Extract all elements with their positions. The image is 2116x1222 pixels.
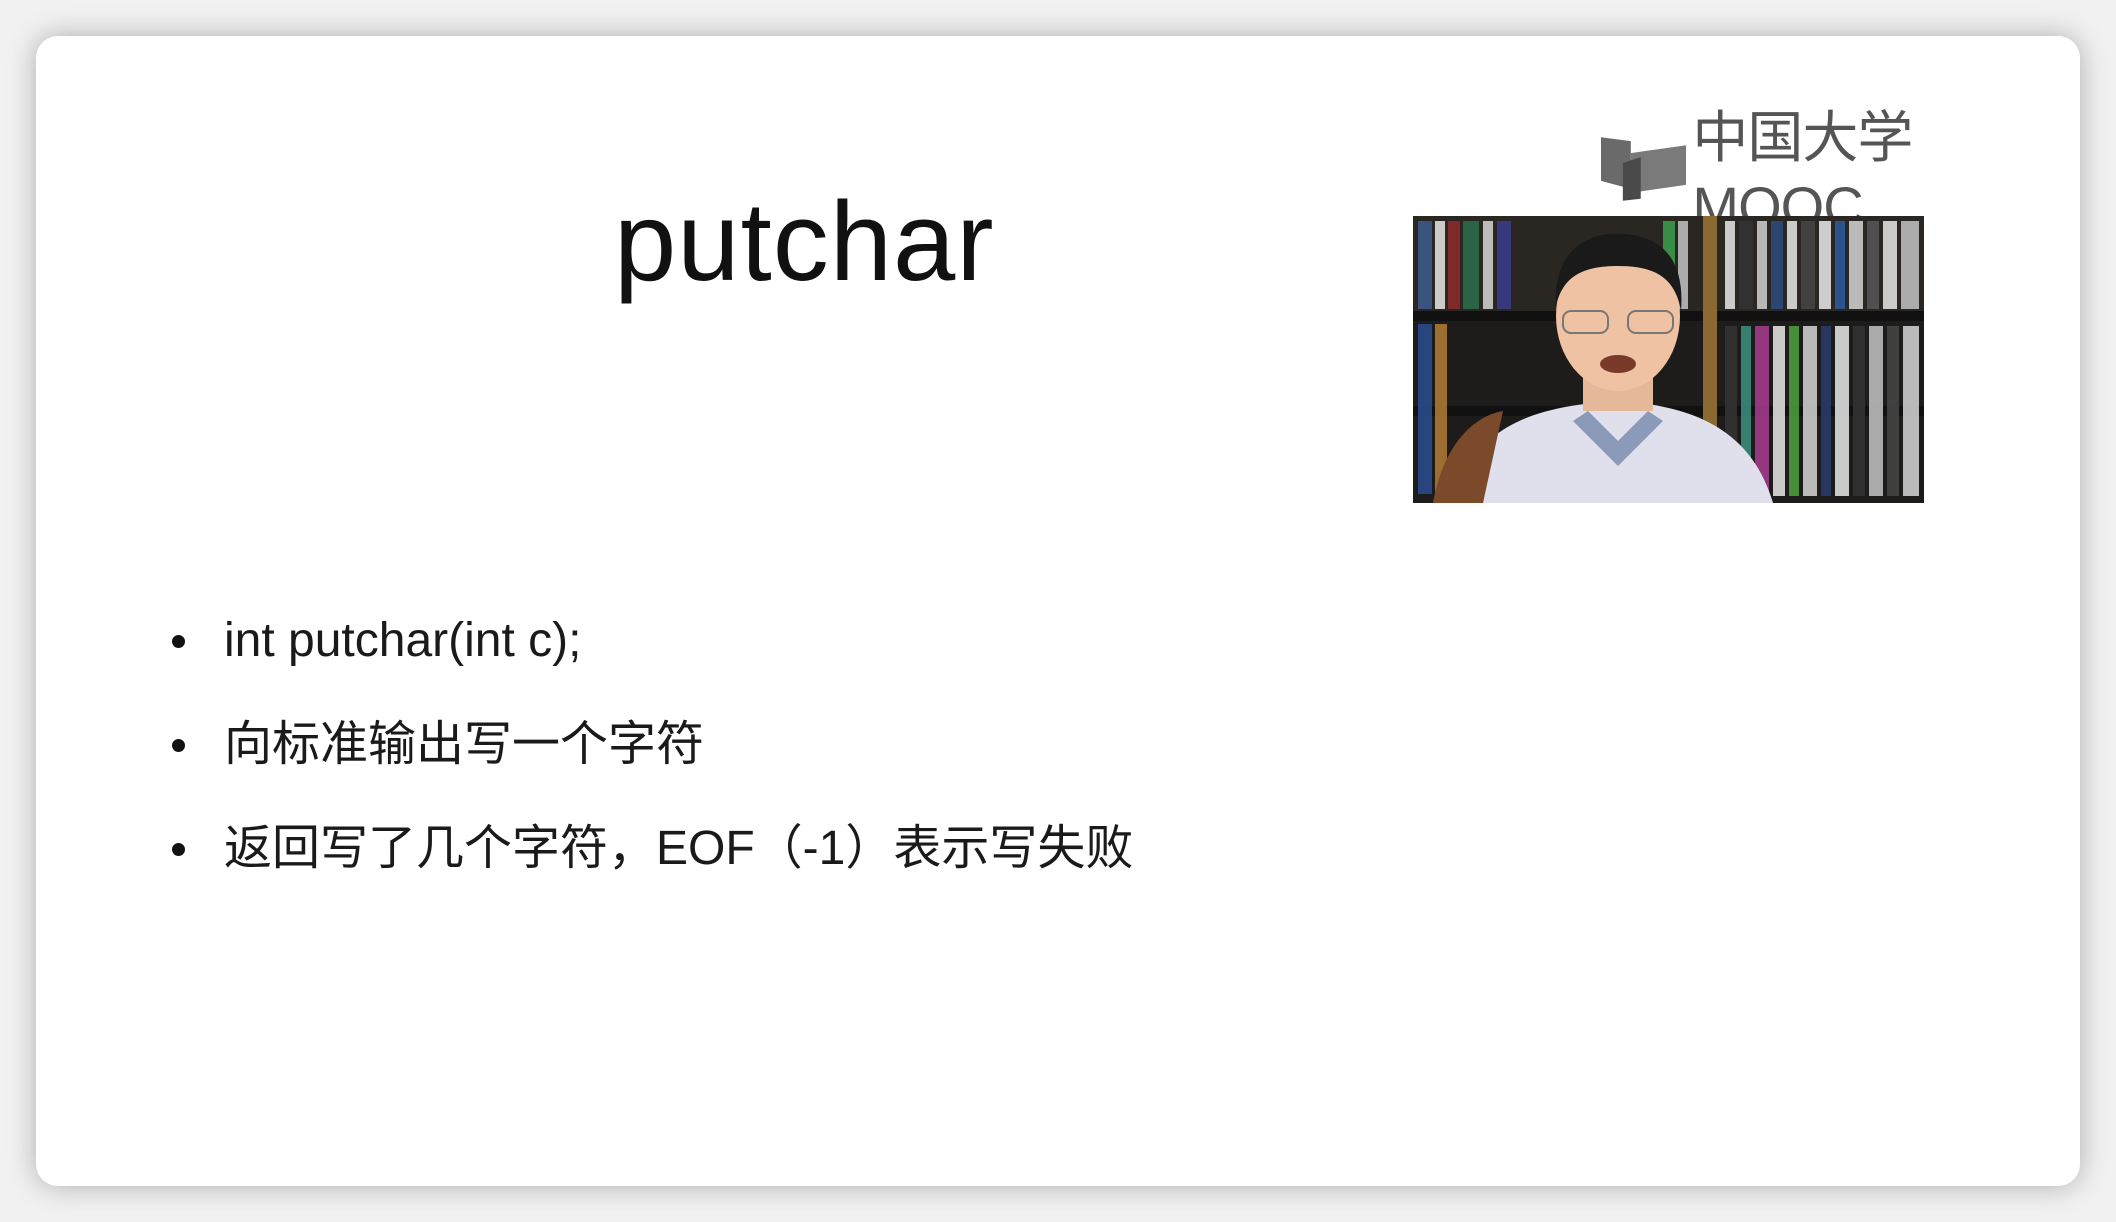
bullet-list: int putchar(int c); 向标准输出写一个字符 返回写了几个字符，… (166, 611, 1133, 923)
instructor-video[interactable] (1413, 216, 1924, 503)
mooc-logo: 中国大学MOOC (1601, 106, 2080, 238)
bullet-text: 返回写了几个字符，EOF（-1）表示写失败 (224, 822, 1134, 875)
bullet-text: int putchar(int c); (224, 614, 582, 667)
open-book-icon (1601, 137, 1687, 201)
bullet-item: int putchar(int c); (166, 611, 1133, 715)
bullet-dot-icon (172, 635, 185, 648)
bullet-item: 返回写了几个字符，EOF（-1）表示写失败 (166, 819, 1133, 923)
slide-title: putchar (614, 179, 995, 304)
slide-card: putchar 中国大学MOOC int putchar(int c); 向标准… (36, 36, 2080, 1186)
bullet-dot-icon (172, 843, 185, 856)
bullet-text: 向标准输出写一个字符 (224, 718, 705, 771)
bullet-dot-icon (172, 739, 185, 752)
bullet-item: 向标准输出写一个字符 (166, 715, 1133, 819)
video-frame (1413, 216, 1924, 503)
